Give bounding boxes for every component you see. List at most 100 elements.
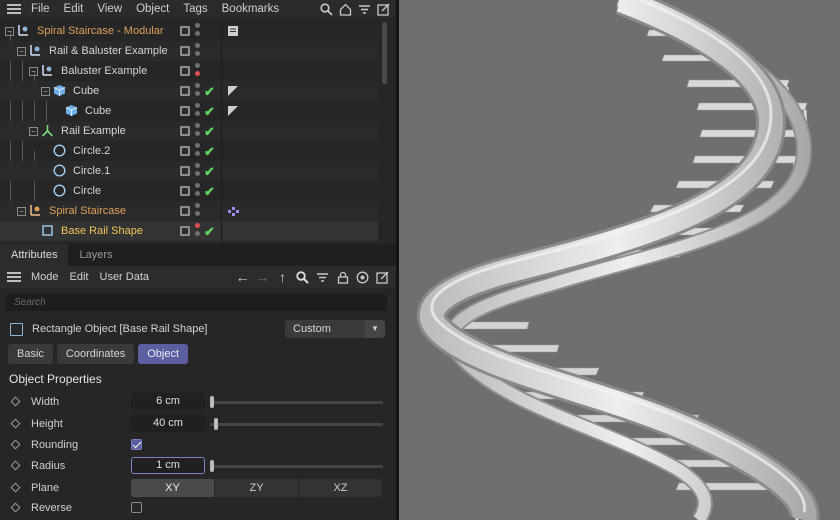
radius-slider[interactable] xyxy=(210,460,383,472)
menu-view[interactable]: View xyxy=(97,3,122,15)
enabled-check-icon[interactable]: ✔ xyxy=(204,184,215,200)
plane-option-zy[interactable]: ZY xyxy=(215,479,299,497)
keyframe-diamond-icon[interactable] xyxy=(10,502,21,513)
filter-icon[interactable] xyxy=(357,2,371,16)
rectangle-spline-icon xyxy=(41,224,54,237)
tab-layers[interactable]: Layers xyxy=(68,244,123,266)
visibility-dots-icon[interactable] xyxy=(195,203,201,219)
enabled-check-icon[interactable]: ✔ xyxy=(204,124,215,140)
subtab-coordinates[interactable]: Coordinates xyxy=(56,344,135,364)
up-arrow-icon[interactable]: ↑ xyxy=(275,269,290,285)
preset-dropdown[interactable]: Custom ▼ xyxy=(285,320,385,338)
editor-visibility-icon[interactable] xyxy=(180,66,190,76)
menu-file[interactable]: File xyxy=(31,3,50,15)
chevron-down-icon: ▼ xyxy=(365,320,385,338)
menu-edit[interactable]: Edit xyxy=(70,271,89,283)
menu-tags[interactable]: Tags xyxy=(183,3,207,15)
enabled-check-icon[interactable]: ✔ xyxy=(204,104,215,120)
tree-scrollbar[interactable] xyxy=(382,22,387,84)
tree-row-cube-parent[interactable]: − Cube ✔ xyxy=(0,81,378,101)
visibility-dots-icon[interactable] xyxy=(195,83,201,99)
target-icon[interactable] xyxy=(355,269,370,285)
slider-knob[interactable] xyxy=(214,418,218,430)
hamburger-menu-icon[interactable] xyxy=(7,272,21,282)
keyframe-diamond-icon[interactable] xyxy=(10,460,21,471)
attributes-search-input[interactable]: Search xyxy=(6,294,387,311)
tree-row-rail-baluster-example[interactable]: − Rail & Baluster Example xyxy=(0,41,378,61)
rounding-checkbox[interactable] xyxy=(131,439,142,450)
editor-visibility-icon[interactable] xyxy=(180,126,190,136)
enabled-check-icon[interactable]: ✔ xyxy=(204,144,215,160)
tree-row-circle[interactable]: Circle ✔ xyxy=(0,181,378,201)
reverse-checkbox[interactable] xyxy=(131,502,142,513)
undock-icon[interactable] xyxy=(375,269,390,285)
editor-visibility-icon[interactable] xyxy=(180,166,190,176)
search-icon[interactable] xyxy=(295,269,310,285)
visibility-dots-icon[interactable] xyxy=(195,23,201,39)
phong-tag-icon[interactable] xyxy=(227,105,239,117)
enabled-check-icon[interactable]: ✔ xyxy=(204,84,215,100)
tree-row-spiral-staircase[interactable]: − Spiral Staircase xyxy=(0,201,378,221)
slider-knob[interactable] xyxy=(210,460,214,472)
menu-user-data[interactable]: User Data xyxy=(100,271,150,283)
forward-arrow-icon[interactable]: → xyxy=(255,269,270,285)
visibility-dots-icon[interactable] xyxy=(195,123,201,139)
home-icon[interactable] xyxy=(338,2,352,16)
enabled-check-icon[interactable]: ✔ xyxy=(204,164,215,180)
menu-bookmarks[interactable]: Bookmarks xyxy=(222,3,280,15)
editor-visibility-icon[interactable] xyxy=(180,186,190,196)
width-slider[interactable] xyxy=(210,396,383,408)
filter-icon[interactable] xyxy=(315,269,330,285)
tree-row-circle-2[interactable]: Circle.2 ✔ xyxy=(0,141,378,161)
annotation-tag-icon[interactable] xyxy=(227,25,239,37)
keyframe-diamond-icon[interactable] xyxy=(10,418,21,429)
attribute-subtabs: Basic Coordinates Object xyxy=(8,344,189,364)
enabled-check-icon[interactable]: ✔ xyxy=(204,224,215,240)
menu-object[interactable]: Object xyxy=(136,3,169,15)
undock-icon[interactable] xyxy=(376,2,390,16)
back-arrow-icon[interactable]: ← xyxy=(235,269,250,285)
visibility-dots-icon[interactable] xyxy=(195,223,201,239)
editor-visibility-icon[interactable] xyxy=(180,26,190,36)
subtab-object[interactable]: Object xyxy=(138,344,189,364)
visibility-dots-icon[interactable] xyxy=(195,163,201,179)
tree-row-circle-1[interactable]: Circle.1 ✔ xyxy=(0,161,378,181)
editor-visibility-icon[interactable] xyxy=(180,46,190,56)
visibility-dots-icon[interactable] xyxy=(195,183,201,199)
tree-row-cube-child[interactable]: Cube ✔ xyxy=(0,101,378,121)
editor-visibility-icon[interactable] xyxy=(180,226,190,236)
editor-visibility-icon[interactable] xyxy=(180,106,190,116)
keyframe-diamond-icon[interactable] xyxy=(10,396,21,407)
search-icon[interactable] xyxy=(319,2,333,16)
plane-option-xz[interactable]: XZ xyxy=(299,479,382,497)
radius-field[interactable]: 1 cm xyxy=(131,457,205,474)
keyframe-diamond-icon[interactable] xyxy=(10,482,21,493)
visibility-dots-icon[interactable] xyxy=(195,143,201,159)
visibility-dots-icon[interactable] xyxy=(195,103,201,119)
viewport[interactable] xyxy=(399,0,840,520)
tree-row-baluster-example[interactable]: − Baluster Example xyxy=(0,61,378,81)
keyframe-diamond-icon[interactable] xyxy=(10,439,21,450)
cube-icon xyxy=(53,84,66,97)
hamburger-menu-icon[interactable] xyxy=(7,4,21,14)
menu-mode[interactable]: Mode xyxy=(31,271,59,283)
menu-edit[interactable]: Edit xyxy=(64,3,84,15)
tree-row-spiral-staircase-modular[interactable]: − Spiral Staircase - Modular xyxy=(0,21,378,41)
editor-visibility-icon[interactable] xyxy=(180,86,190,96)
plane-option-xy[interactable]: XY xyxy=(131,479,215,497)
visibility-dots-icon[interactable] xyxy=(195,63,201,79)
slider-knob[interactable] xyxy=(210,396,214,408)
lock-icon[interactable] xyxy=(335,269,350,285)
subtab-basic[interactable]: Basic xyxy=(8,344,53,364)
editor-visibility-icon[interactable] xyxy=(180,206,190,216)
xpresso-tag-icon[interactable] xyxy=(227,205,239,217)
tree-row-base-rail-shape[interactable]: Base Rail Shape ✔ xyxy=(0,221,378,241)
tree-row-rail-example[interactable]: − Rail Example ✔ xyxy=(0,121,378,141)
visibility-dots-icon[interactable] xyxy=(195,43,201,59)
phong-tag-icon[interactable] xyxy=(227,85,239,97)
width-field[interactable]: 6 cm xyxy=(131,393,205,410)
tab-attributes[interactable]: Attributes xyxy=(0,244,69,266)
editor-visibility-icon[interactable] xyxy=(180,146,190,156)
height-slider[interactable] xyxy=(210,418,383,430)
height-field[interactable]: 40 cm xyxy=(131,415,205,432)
